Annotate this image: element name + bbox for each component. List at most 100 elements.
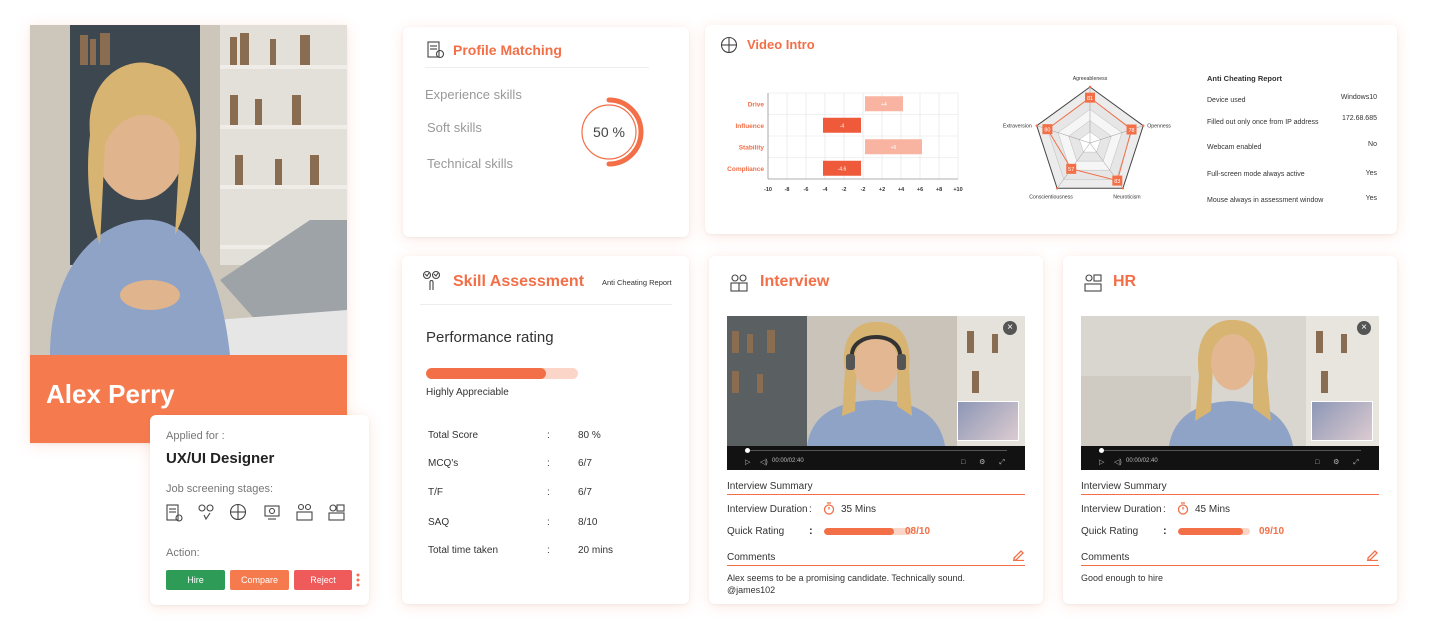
quick-rating-bar bbox=[824, 528, 912, 535]
anti-cheating-value-fullscreen: Yes bbox=[1365, 170, 1377, 177]
volume-icon[interactable]: ◁) bbox=[1114, 458, 1122, 466]
video-scrubber[interactable] bbox=[745, 448, 750, 453]
profile-doc-icon[interactable] bbox=[166, 504, 183, 522]
more-options-icon[interactable] bbox=[356, 573, 360, 589]
radar-axis-label: Agreeableness bbox=[1073, 76, 1108, 82]
quick-rating-colon: : bbox=[809, 525, 813, 537]
divider bbox=[727, 565, 1025, 566]
close-icon[interactable]: × bbox=[1357, 321, 1371, 335]
video-intro-title: Video Intro bbox=[747, 37, 815, 52]
skill-technical: Technical skills bbox=[427, 156, 513, 171]
radar-value-label: 78 bbox=[1128, 128, 1134, 134]
anti-cheating-report-link[interactable]: Anti Cheating Report bbox=[602, 278, 672, 287]
category-label: Influence bbox=[735, 123, 764, 130]
hire-button[interactable]: Hire bbox=[166, 570, 225, 590]
interview-duration-value: 45 Mins bbox=[1195, 504, 1231, 515]
hr-icon bbox=[1083, 273, 1103, 298]
interview-summary-label: Interview Summary bbox=[727, 481, 813, 492]
monitor-icon[interactable] bbox=[264, 505, 280, 520]
skill-assessment-title: Skill Assessment bbox=[453, 273, 585, 290]
divider bbox=[1081, 565, 1379, 566]
skill-soft: Soft skills bbox=[427, 120, 482, 135]
fullscreen-icon[interactable]: □ ⚙ ⤢ bbox=[1315, 458, 1365, 467]
edit-icon[interactable] bbox=[1366, 548, 1379, 566]
video-progress-track[interactable] bbox=[1099, 450, 1361, 451]
volume-icon[interactable]: ◁) bbox=[760, 458, 768, 466]
total-time-colon: : bbox=[547, 545, 550, 556]
interviewer-pip[interactable] bbox=[1311, 401, 1373, 441]
radar-vertex-dot bbox=[1055, 187, 1059, 190]
anti-cheating-value-ip: 172.68.685 bbox=[1341, 115, 1377, 122]
comment-text: Good enough to hire bbox=[1081, 573, 1164, 583]
play-icon[interactable]: ▷ bbox=[745, 458, 750, 466]
video-controls: ▷ ◁) 00:00/02:40 □ ⚙ ⤢ bbox=[727, 446, 1025, 470]
tick-label: -6 bbox=[804, 187, 809, 193]
total-time-label: Total time taken bbox=[428, 545, 499, 556]
skill-assessment-card: Skill Assessment Anti Cheating Report Pe… bbox=[402, 256, 689, 604]
mcq-colon: : bbox=[547, 458, 550, 469]
candidate-name: Alex Perry bbox=[46, 379, 175, 409]
saq-label: SAQ bbox=[428, 517, 450, 528]
category-label: Drive bbox=[748, 101, 765, 108]
tick-label: -2 bbox=[842, 187, 847, 193]
video-progress-track[interactable] bbox=[745, 450, 1007, 451]
anti-cheating-value-webcam: No bbox=[1368, 141, 1377, 148]
close-icon[interactable]: × bbox=[1003, 321, 1017, 335]
interview-duration-colon: : bbox=[1163, 504, 1166, 515]
hr-icon[interactable] bbox=[328, 504, 345, 521]
anti-cheating-label-fullscreen: Full-screen mode always active bbox=[1207, 171, 1305, 178]
quick-rating-label: Quick Rating bbox=[727, 526, 785, 537]
video-scrubber[interactable] bbox=[1099, 448, 1104, 453]
tf-label: T/F bbox=[428, 487, 443, 498]
candidate-photo-illustration bbox=[30, 25, 347, 355]
tick-label: +4 bbox=[898, 187, 905, 193]
compare-button[interactable]: Compare bbox=[230, 570, 289, 590]
anti-cheating-value-mouse: Yes bbox=[1365, 195, 1377, 202]
interview-icon[interactable] bbox=[296, 503, 313, 521]
hr-video-player[interactable]: × ▷ ◁) 00:00/02:40 □ ⚙ ⤢ bbox=[1081, 316, 1379, 470]
interview-summary-label: Interview Summary bbox=[1081, 481, 1167, 492]
match-score-label: 50 % bbox=[593, 124, 625, 140]
bar-value-label: -4 bbox=[840, 123, 845, 129]
video-intro-icon[interactable] bbox=[229, 503, 247, 521]
performance-rating-fill bbox=[426, 368, 547, 379]
bar-value-label: +4 bbox=[881, 102, 887, 108]
video-intro-card: Video Intro Drive +4 Influence -4 Stability +… bbox=[705, 25, 1397, 234]
fullscreen-icon[interactable]: □ ⚙ ⤢ bbox=[961, 458, 1011, 467]
play-icon[interactable]: ▷ bbox=[1099, 458, 1104, 466]
quick-rating-value: 09/10 bbox=[1259, 526, 1285, 537]
edit-icon[interactable] bbox=[1012, 548, 1025, 566]
skills-icon[interactable] bbox=[198, 504, 214, 521]
interview-title: Interview bbox=[760, 273, 830, 290]
anti-cheating-label-webcam: Webcam enabled bbox=[1207, 144, 1262, 151]
quick-rating-fill bbox=[1178, 528, 1243, 535]
match-score-ring: 50 % bbox=[575, 91, 647, 173]
comment-text: Alex seems to be a promising candidate. … bbox=[727, 573, 965, 583]
quick-rating-fill bbox=[824, 528, 895, 535]
radar-vertex-dot bbox=[1035, 124, 1038, 127]
reject-button[interactable]: Reject bbox=[294, 570, 352, 590]
radar-vertex-dot bbox=[1121, 187, 1125, 190]
tick-label: -8 bbox=[785, 187, 790, 193]
quick-rating-colon: : bbox=[1163, 525, 1167, 537]
video-time: 00:00/02:40 bbox=[1126, 458, 1158, 464]
disc-bar-chart: Drive +4 Influence -4 Stability +6 Compliance -… bbox=[727, 92, 963, 193]
profile-doc-icon bbox=[427, 41, 445, 64]
comment-author: @james102 bbox=[727, 585, 776, 595]
video-controls: ▷ ◁) 00:00/02:40 □ ⚙ ⤢ bbox=[1081, 446, 1379, 470]
quick-rating-bar bbox=[1178, 528, 1250, 535]
interview-video-player[interactable]: × ▷ ◁) 00:00/02:40 □ ⚙ ⤢ bbox=[727, 316, 1025, 470]
divider bbox=[420, 304, 672, 305]
radar-vertex-dot bbox=[1088, 85, 1092, 89]
divider bbox=[1081, 494, 1379, 495]
quick-rating-value: 08/10 bbox=[905, 526, 931, 537]
anti-cheating-value-device: Windows10 bbox=[1340, 94, 1377, 101]
tf-colon: : bbox=[547, 487, 550, 498]
applied-label: Applied for : bbox=[166, 430, 225, 442]
tick-label: +2 bbox=[879, 187, 885, 193]
candidate-photo-card: Alex Perry bbox=[30, 25, 347, 443]
mcq-label: MCQ's bbox=[428, 458, 459, 469]
interviewer-pip[interactable] bbox=[957, 401, 1019, 441]
total-score-value: 80 % bbox=[578, 430, 601, 441]
action-label: Action: bbox=[166, 547, 200, 559]
